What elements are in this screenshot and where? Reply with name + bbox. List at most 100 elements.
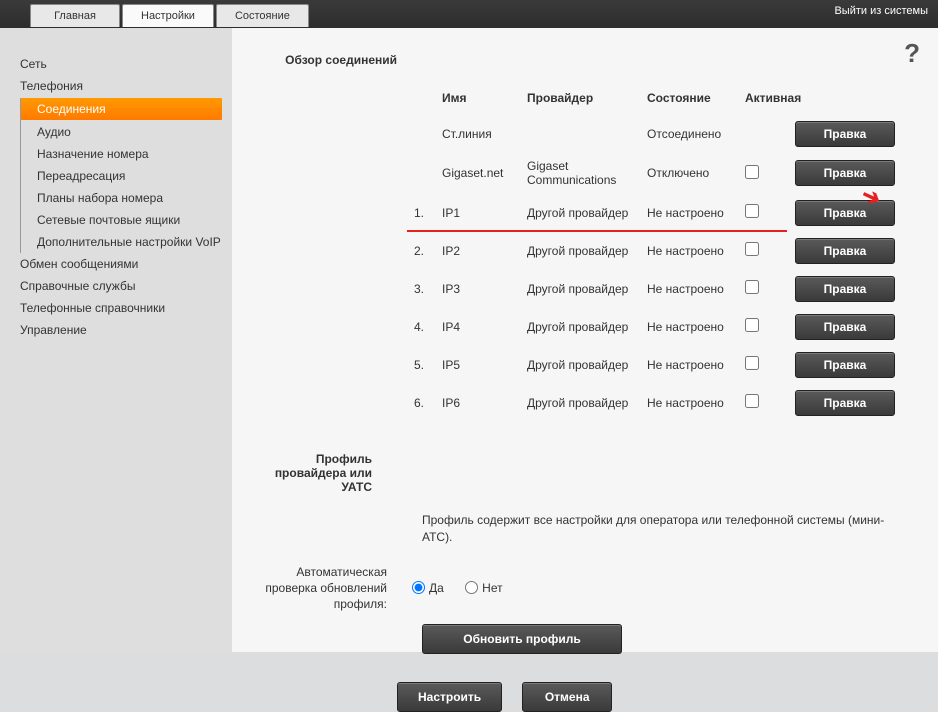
tab-main[interactable]: Главная (30, 4, 120, 27)
radio-yes-text: Да (429, 581, 444, 595)
radio-no[interactable] (465, 581, 478, 594)
edit-button[interactable]: Правка (795, 200, 895, 226)
edit-button[interactable]: Правка (795, 238, 895, 264)
row-num: 5. (402, 358, 442, 372)
radio-no-label[interactable]: Нет (465, 581, 502, 595)
row-num: 6. (402, 396, 442, 410)
row-edit-cell: Правка (795, 314, 905, 340)
row-state: Не настроено (647, 282, 745, 296)
table-row: 4.IP4Другой провайдерНе настроено Правка (402, 308, 918, 346)
auto-update-label: Автоматическая проверка обновлений профи… (242, 565, 412, 612)
logout-link[interactable]: Выйти из системы (834, 5, 928, 17)
row-state: Не настроено (647, 244, 745, 258)
row-active-cell (745, 204, 795, 221)
tab-settings[interactable]: Настройки (122, 4, 214, 27)
sidebar-item-telephony[interactable]: Телефония (0, 75, 232, 97)
row-edit-cell: Правка (795, 390, 905, 416)
sidebar-item-mailboxes[interactable]: Сетевые почтовые ящики (21, 209, 232, 231)
row-num: 4. (402, 320, 442, 334)
edit-button[interactable]: Правка (795, 276, 895, 302)
row-provider: Другой провайдер (527, 320, 647, 334)
sidebar-item-messaging[interactable]: Обмен сообщениями (0, 253, 232, 275)
radio-yes-label[interactable]: Да (412, 581, 444, 595)
row-provider: Другой провайдер (527, 358, 647, 372)
row-edit-cell: Правка (795, 121, 905, 147)
active-checkbox[interactable] (745, 356, 759, 370)
tab-status[interactable]: Состояние (216, 4, 309, 27)
row-num: 2. (402, 244, 442, 258)
row-provider: Другой провайдер (527, 244, 647, 258)
table-row: 1.IP1Другой провайдерНе настроеноПравка➔ (402, 194, 918, 232)
edit-button[interactable]: Правка (795, 160, 895, 186)
active-checkbox[interactable] (745, 318, 759, 332)
sidebar-item-phonebooks[interactable]: Телефонные справочники (0, 297, 232, 319)
profile-section-title: Профиль провайдера или УАТС (242, 452, 397, 494)
profile-section: Профиль провайдера или УАТС (242, 452, 918, 494)
row-num: 1. (402, 206, 442, 220)
radio-no-text: Нет (482, 581, 502, 595)
row-name: IP1 (442, 206, 527, 220)
row-name: IP3 (442, 282, 527, 296)
edit-button[interactable]: Правка (795, 390, 895, 416)
row-state: Не настроено (647, 320, 745, 334)
sidebar-item-voip-advanced[interactable]: Дополнительные настройки VoIP (21, 231, 232, 253)
row-state: Не настроено (647, 206, 745, 220)
row-edit-cell: Правка (795, 160, 905, 186)
table-row: 2.IP2Другой провайдерНе настроено Правка (402, 232, 918, 270)
connections-table: Имя Провайдер Состояние Активная Ст.лини… (272, 85, 918, 422)
active-checkbox[interactable] (745, 165, 759, 179)
configure-button[interactable]: Настроить (397, 682, 502, 712)
row-edit-cell: Правка (795, 238, 905, 264)
row-name: IP5 (442, 358, 527, 372)
edit-button[interactable]: Правка (795, 352, 895, 378)
sidebar-item-network[interactable]: Сеть (0, 53, 232, 75)
active-checkbox[interactable] (745, 280, 759, 294)
row-edit-cell: Правка (795, 276, 905, 302)
row-active-cell (745, 280, 795, 297)
row-active-cell (745, 394, 795, 411)
main-area: Сеть Телефония Соединения Аудио Назначен… (0, 28, 938, 652)
row-state: Отсоединено (647, 127, 745, 141)
help-icon[interactable]: ? (904, 38, 920, 69)
table-row: Ст.линия Отсоединено Правка (402, 115, 918, 153)
sidebar-item-audio[interactable]: Аудио (21, 121, 232, 143)
row-active-cell (745, 242, 795, 259)
row-state: Не настроено (647, 358, 745, 372)
row-provider: Gigaset Communications (527, 159, 647, 188)
active-checkbox[interactable] (745, 394, 759, 408)
table-row: 5.IP5Другой провайдерНе настроено Правка (402, 346, 918, 384)
row-name: IP4 (442, 320, 527, 334)
sidebar-item-connections[interactable]: Соединения (21, 98, 222, 120)
sidebar-item-forwarding[interactable]: Переадресация (21, 165, 232, 187)
sidebar-item-number-assignment[interactable]: Назначение номера (21, 143, 232, 165)
row-active-cell (745, 318, 795, 335)
edit-button[interactable]: Правка (795, 314, 895, 340)
row-state: Не настроено (647, 396, 745, 410)
profile-description: Профиль содержит все настройки для опера… (422, 512, 902, 558)
row-name: IP2 (442, 244, 527, 258)
sidebar-item-management[interactable]: Управление (0, 319, 232, 341)
row-state: Отключено (647, 166, 745, 180)
update-profile-button[interactable]: Обновить профиль (422, 624, 622, 654)
table-header: Имя Провайдер Состояние Активная (402, 85, 918, 115)
auto-update-row: Автоматическая проверка обновлений профи… (242, 565, 918, 612)
sidebar-item-info-services[interactable]: Справочные службы (0, 275, 232, 297)
active-checkbox[interactable] (745, 242, 759, 256)
row-name: Gigaset.net (442, 166, 527, 180)
row-num: 3. (402, 282, 442, 296)
top-bar: Главная Настройки Состояние Выйти из сис… (0, 0, 938, 28)
row-provider: Другой провайдер (527, 282, 647, 296)
row-active-cell (745, 356, 795, 373)
sidebar-item-dial-plans[interactable]: Планы набора номера (21, 187, 232, 209)
edit-button[interactable]: Правка (795, 121, 895, 147)
sidebar-group-telephony: Соединения Аудио Назначение номера Переа… (20, 98, 232, 253)
overview-title: Обзор соединений (272, 53, 397, 67)
row-name: Ст.линия (442, 127, 527, 141)
active-checkbox[interactable] (745, 204, 759, 218)
sidebar: Сеть Телефония Соединения Аудио Назначен… (0, 28, 232, 652)
header-active: Активная (745, 91, 795, 105)
cancel-button[interactable]: Отмена (522, 682, 612, 712)
header-state: Состояние (647, 91, 745, 105)
radio-yes[interactable] (412, 581, 425, 594)
row-active-cell (745, 165, 795, 182)
